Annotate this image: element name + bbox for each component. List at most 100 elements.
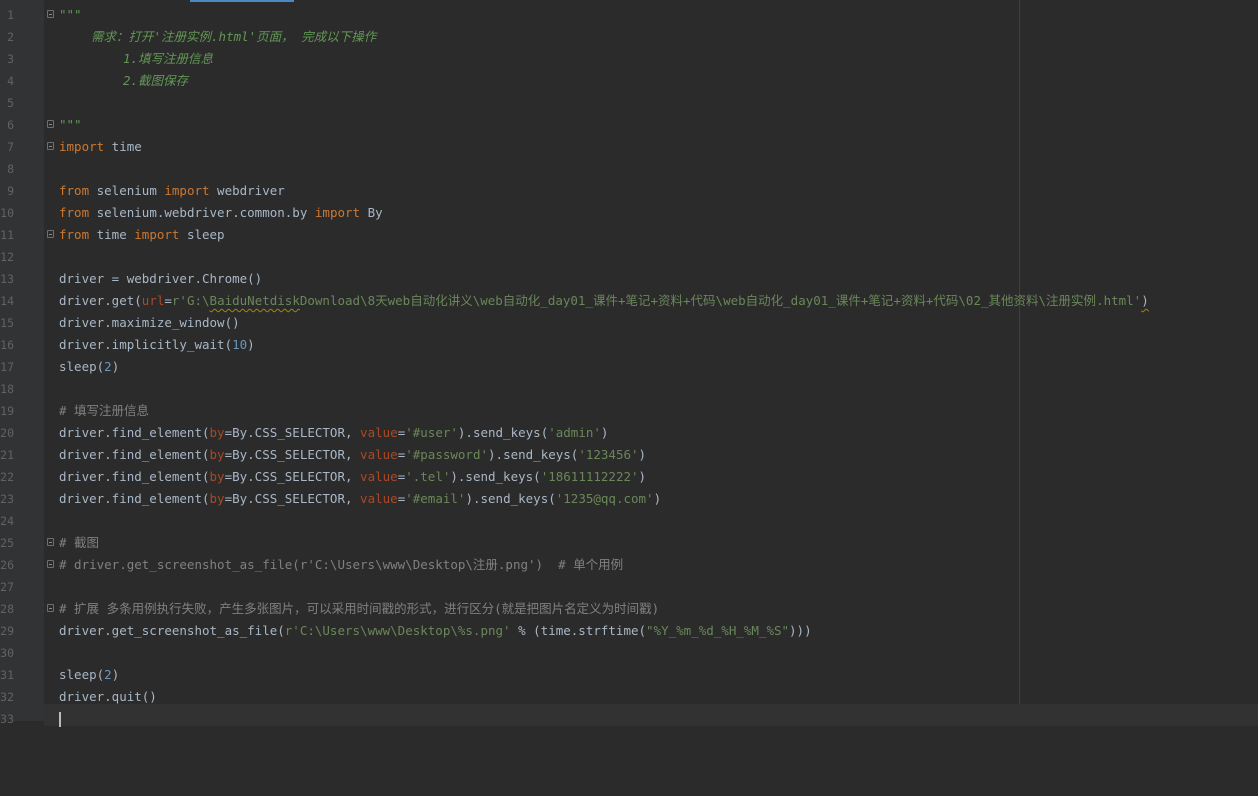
code-text: =By.CSS_SELECTOR, (224, 447, 361, 462)
param-name: by (209, 447, 225, 462)
fold-icon[interactable] (47, 604, 54, 612)
line-number: 24 (0, 514, 14, 528)
line-number: 11 (0, 228, 14, 242)
code-line-15[interactable]: 15 driver.maximize_window() (0, 312, 1258, 334)
module-name: selenium (89, 183, 165, 198)
code-line-26[interactable]: 26 # driver.get_screenshot_as_file(r'C:\… (0, 554, 1258, 576)
docstring-text: 2.截图保存 (123, 73, 189, 88)
line-number: 29 (0, 624, 14, 638)
text-caret (59, 712, 61, 727)
code-text: driver.find_element( (59, 447, 210, 462)
code-text: ).send_keys( (450, 469, 541, 484)
line-number: 26 (0, 558, 14, 572)
code-line-28[interactable]: 28 # 扩展 多条用例执行失败，产生多张图片，可以采用时间戳的形式，进行区分(… (0, 598, 1258, 620)
line-number: 13 (0, 272, 14, 286)
fold-icon[interactable] (47, 120, 54, 128)
code-text: driver.find_element( (59, 425, 210, 440)
code-text: ).send_keys( (465, 491, 556, 506)
docstring-open: """ (59, 7, 82, 22)
code-line-6[interactable]: 6 """ (0, 114, 1258, 136)
fold-icon[interactable] (47, 560, 54, 568)
code-editor[interactable]: 1 """ 2 需求：打开'注册实例.html'页面， 完成以下操作 3 1.填… (0, 0, 1258, 727)
code-line-2[interactable]: 2 需求：打开'注册实例.html'页面， 完成以下操作 (0, 26, 1258, 48)
keyword: import (59, 139, 105, 154)
code-line-1[interactable]: 1 """ (0, 4, 1258, 26)
line-number: 25 (0, 536, 14, 550)
code-line-27[interactable]: 27 (0, 576, 1258, 598)
string-literal: '#user' (405, 425, 458, 440)
code-line-7[interactable]: 7 import time (0, 136, 1258, 158)
comment: # 截图 (59, 535, 100, 550)
code-text: ) (600, 425, 609, 440)
code-line-17[interactable]: 17 sleep(2) (0, 356, 1258, 378)
code-line-10[interactable]: 10 from selenium.webdriver.common.by imp… (0, 202, 1258, 224)
comment: # driver.get_screenshot_as_file(r'C:\Use… (59, 557, 624, 572)
code-text: =By.CSS_SELECTOR, (224, 469, 361, 484)
keyword: import (164, 183, 210, 198)
code-line-5[interactable]: 5 (0, 92, 1258, 114)
module-name: time (104, 139, 142, 154)
code-text: driver.find_element( (59, 491, 210, 506)
line-number: 21 (0, 448, 14, 462)
code-line-3[interactable]: 3 1.填写注册信息 (0, 48, 1258, 70)
code-line-14[interactable]: 14 driver.get(url=r'G:\BaiduNetdiskDownl… (0, 290, 1258, 312)
param-name: by (209, 491, 225, 506)
code-text: ).send_keys( (457, 425, 549, 440)
code-line-12[interactable]: 12 (0, 246, 1258, 268)
keyword: import (314, 205, 361, 220)
line-number: 30 (0, 646, 14, 660)
code-line-13[interactable]: 13 driver = webdriver.Chrome() (0, 268, 1258, 290)
code-line-11[interactable]: 11 from time import sleep (0, 224, 1258, 246)
line-number: 28 (0, 602, 14, 616)
line-number: 8 (7, 162, 14, 176)
code-line-9[interactable]: 9 from selenium import webdriver (0, 180, 1258, 202)
code-line-20[interactable]: 20 driver.find_element(by=By.CSS_SELECTO… (0, 422, 1258, 444)
typo-warning-text: BaiduNetdisk (209, 293, 300, 308)
line-number: 10 (0, 206, 14, 220)
line-number: 16 (0, 338, 14, 352)
code-line-32[interactable]: 32 driver.quit() (0, 686, 1258, 708)
module-name: selenium.webdriver.common.by (89, 205, 315, 220)
keyword: from (59, 205, 90, 220)
code-text: ) (638, 469, 647, 484)
code-line-8[interactable]: 8 (0, 158, 1258, 180)
param-name: value (360, 469, 398, 484)
code-lines[interactable]: 1 """ 2 需求：打开'注册实例.html'页面， 完成以下操作 3 1.填… (0, 4, 1258, 730)
code-line-16[interactable]: 16 driver.implicitly_wait(10) (0, 334, 1258, 356)
code-line-21[interactable]: 21 driver.find_element(by=By.CSS_SELECTO… (0, 444, 1258, 466)
code-text: driver.get( (59, 293, 142, 308)
code-text: =By.CSS_SELECTOR, (224, 425, 361, 440)
code-line-30[interactable]: 30 (0, 642, 1258, 664)
active-tab-indicator (190, 0, 294, 2)
param-name: value (360, 447, 398, 462)
line-number: 9 (7, 184, 14, 198)
keyword: from (59, 227, 90, 242)
fold-icon[interactable] (47, 230, 54, 238)
code-line-22[interactable]: 22 driver.find_element(by=By.CSS_SELECTO… (0, 466, 1258, 488)
number-literal: 2 (104, 359, 112, 374)
code-line-29[interactable]: 29 driver.get_screenshot_as_file(r'C:\Us… (0, 620, 1258, 642)
fold-icon[interactable] (47, 538, 54, 546)
import-name: sleep (179, 227, 225, 242)
keyword: import (134, 227, 180, 242)
code-line-24[interactable]: 24 (0, 510, 1258, 532)
code-line-33[interactable]: 33 (0, 708, 1258, 730)
code-line-31[interactable]: 31 sleep(2) (0, 664, 1258, 686)
line-number: 12 (0, 250, 14, 264)
line-number: 18 (0, 382, 14, 396)
code-text: driver.find_element( (59, 469, 210, 484)
string-literal: '1235@qq.com' (555, 491, 654, 506)
code-text: ).send_keys( (488, 447, 579, 462)
string-literal: '.tel' (405, 469, 451, 484)
line-number: 23 (0, 492, 14, 506)
code-line-25[interactable]: 25 # 截图 (0, 532, 1258, 554)
code-line-4[interactable]: 4 2.截图保存 (0, 70, 1258, 92)
code-line-19[interactable]: 19 # 填写注册信息 (0, 400, 1258, 422)
string-literal: '123456' (578, 447, 639, 462)
code-text: % (time.strftime( (510, 623, 647, 638)
fold-icon[interactable] (47, 10, 54, 18)
code-text: driver = webdriver.Chrome() (59, 271, 263, 286)
fold-icon[interactable] (47, 142, 54, 150)
code-line-18[interactable]: 18 (0, 378, 1258, 400)
code-line-23[interactable]: 23 driver.find_element(by=By.CSS_SELECTO… (0, 488, 1258, 510)
